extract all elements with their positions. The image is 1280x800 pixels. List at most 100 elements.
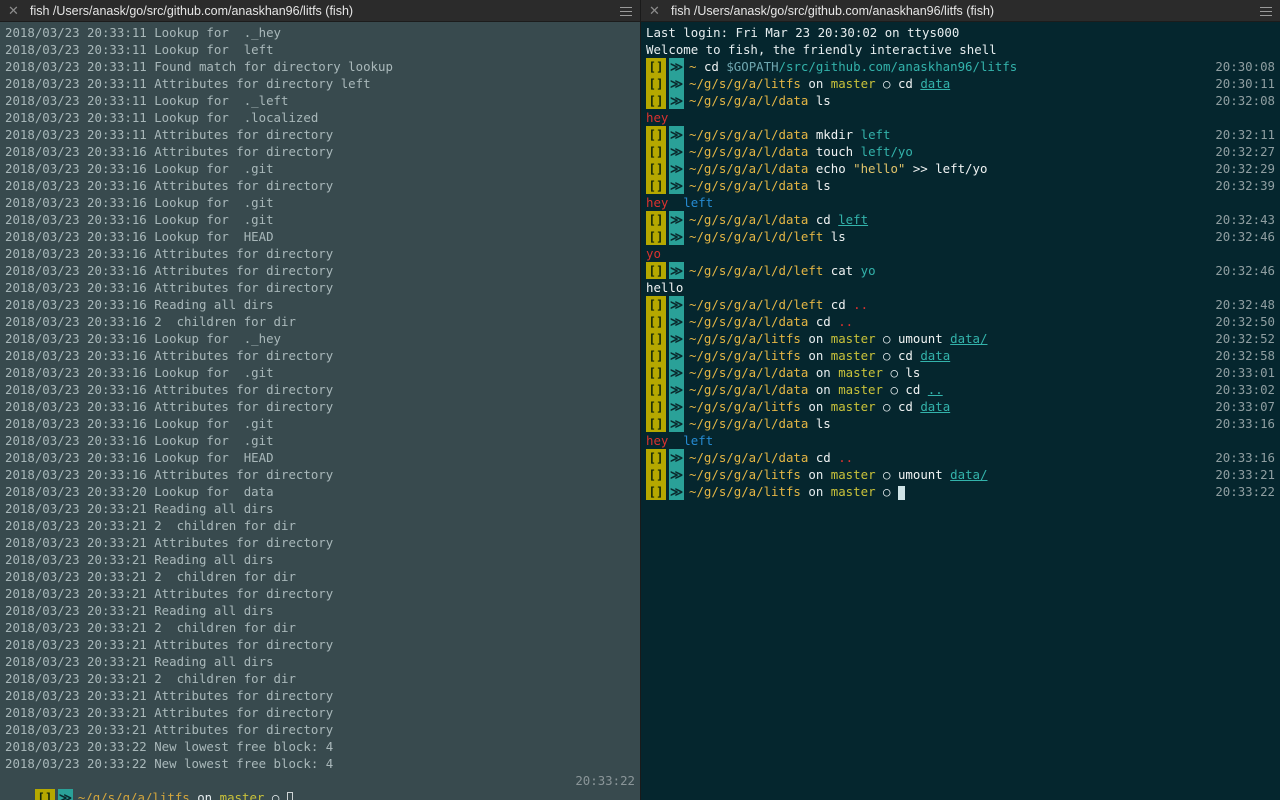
command: umount: [897, 467, 943, 482]
prompt-timestamp: 20:32:08: [1215, 93, 1275, 108]
prompt-path: ~/g/s/g/a/litfs: [689, 331, 801, 346]
prompt-on-label: on: [815, 382, 831, 397]
prompt-timestamp: 20:32:46: [1215, 263, 1275, 278]
git-branch: master: [219, 790, 265, 800]
log-line: 2018/03/23 20:33:16 Attributes for direc…: [5, 246, 334, 261]
prompt-path: ~/g/s/g/a/l/data: [689, 161, 809, 176]
command: cd: [815, 450, 831, 465]
prompt-arrow-icon: ≫: [669, 228, 684, 245]
output-token: left: [668, 195, 714, 210]
prompt-line: [] ≫ ~/g/s/g/a/l/data cd .. 20:32:50: [646, 313, 1275, 330]
prompt-badge-icon: []: [646, 126, 666, 143]
prompt-line: [] ≫ ~/g/s/g/a/litfs on master ○ cd data 20…: [646, 398, 1275, 415]
output-token: hey: [646, 195, 669, 210]
prompt-timestamp: 20:32:46: [1215, 229, 1275, 244]
command-arg: >>: [912, 161, 928, 176]
command: mkdir: [815, 127, 854, 142]
command-arg: left: [860, 127, 891, 142]
log-line: 2018/03/23 20:33:21 2 children for dir: [5, 518, 296, 533]
right-menu-icon[interactable]: [1260, 7, 1272, 16]
prompt-arrow-icon: ≫: [669, 296, 684, 313]
prompt-arrow-icon: ≫: [669, 313, 684, 330]
log-line: 2018/03/23 20:33:16 Attributes for direc…: [5, 178, 334, 193]
prompt-timestamp: 20:33:22: [575, 773, 635, 788]
log-line: 2018/03/23 20:33:21 Attributes for direc…: [5, 705, 334, 720]
command: cd: [703, 59, 719, 74]
prompt-line: [] ≫ ~ cd $GOPATH/src/github.com/anaskhan9…: [646, 58, 1275, 75]
prompt-line[interactable]: [] ≫ ~/g/s/g/a/litfs on master ○ 20:33:22: [646, 483, 1275, 500]
prompt-badge-icon: []: [34, 789, 55, 800]
command-output: hello: [646, 279, 1275, 296]
command-output: hey: [646, 109, 1275, 126]
prompt-on-label: on: [808, 76, 824, 91]
right-terminal-pane[interactable]: ✕ fish /Users/anask/go/src/github.com/an…: [641, 0, 1280, 800]
log-line: 2018/03/23 20:33:21 2 children for dir: [5, 620, 296, 635]
log-line: 2018/03/23 20:33:11 Lookup for ._left: [5, 93, 289, 108]
command-output: hey left: [646, 194, 1275, 211]
left-terminal-pane[interactable]: ✕ fish /Users/anask/go/src/github.com/an…: [0, 0, 640, 800]
prompt-line: [] ≫ ~/g/s/g/a/l/data on master ○ cd .. 20:…: [646, 381, 1275, 398]
git-branch: master: [830, 399, 876, 414]
log-line: 2018/03/23 20:33:20 Lookup for data: [5, 484, 274, 499]
prompt-on-label: on: [197, 790, 213, 800]
command: cd: [815, 314, 831, 329]
cursor: [897, 485, 905, 500]
log-line: 2018/03/23 20:33:16 Attributes for direc…: [5, 348, 334, 363]
log-line: 2018/03/23 20:33:21 Reading all dirs: [5, 603, 274, 618]
log-line: 2018/03/23 20:33:21 2 children for dir: [5, 671, 296, 686]
prompt-line: [] ≫ ~/g/s/g/a/l/data ls 20:32:08: [646, 92, 1275, 109]
log-line: 2018/03/23 20:33:16 Lookup for .git: [5, 433, 274, 448]
log-line: 2018/03/23 20:33:16 Attributes for direc…: [5, 467, 334, 482]
prompt-badge-icon: []: [646, 177, 666, 194]
prompt-arrow-icon: ≫: [669, 466, 684, 483]
command-arg: left: [838, 212, 869, 227]
output-line: Last login: Fri Mar 23 20:30:02 on ttys0…: [646, 25, 960, 40]
command-output: yo: [646, 245, 1275, 262]
left-prompt-line[interactable]: [] ≫ ~/g/s/g/a/litfs on master ○ 20:33:22: [5, 772, 635, 800]
prompt-line: [] ≫ ~/g/s/g/a/litfs on master ○ umount da…: [646, 466, 1275, 483]
command: cd: [905, 382, 921, 397]
log-line: 2018/03/23 20:33:11 Found match for dire…: [5, 59, 393, 74]
command-arg: yo: [860, 263, 876, 278]
log-line: 2018/03/23 20:33:21 Reading all dirs: [5, 501, 274, 516]
command-arg: data: [920, 348, 951, 363]
right-window-title: fish /Users/anask/go/src/github.com/anas…: [671, 4, 995, 18]
prompt-path: ~/g/s/g/a/l/d/left: [689, 229, 824, 244]
git-branch: master: [830, 348, 876, 363]
prompt-badge-icon: []: [646, 296, 666, 313]
git-status-icon: ○: [883, 399, 891, 414]
prompt-path: ~: [689, 59, 697, 74]
prompt-path: ~/g/s/g/a/litfs: [689, 399, 801, 414]
prompt-path: ~/g/s/g/a/l/d/left: [689, 297, 824, 312]
output-token: hey: [646, 110, 669, 125]
prompt-line: [] ≫ ~/g/s/g/a/l/data ls 20:32:39: [646, 177, 1275, 194]
git-status-icon: ○: [890, 365, 898, 380]
right-close-icon[interactable]: ✕: [649, 0, 660, 22]
prompt-on-label: on: [808, 348, 824, 363]
prompt-arrow-icon: ≫: [669, 211, 684, 228]
prompt-badge-icon: []: [646, 160, 666, 177]
output-token: yo: [646, 246, 661, 261]
prompt-timestamp: 20:33:21: [1215, 467, 1275, 482]
command: echo: [815, 161, 846, 176]
prompt-arrow-icon: ≫: [669, 381, 684, 398]
log-line: 2018/03/23 20:33:16 2 children for dir: [5, 314, 296, 329]
prompt-timestamp: 20:33:22: [1215, 484, 1275, 499]
log-line: 2018/03/23 20:33:21 Reading all dirs: [5, 552, 274, 567]
log-line: 2018/03/23 20:33:11 Attributes for direc…: [5, 76, 371, 91]
command: cat: [830, 263, 854, 278]
left-close-icon[interactable]: ✕: [8, 0, 19, 22]
command-arg: "hello": [853, 161, 906, 176]
log-line: 2018/03/23 20:33:21 Attributes for direc…: [5, 586, 334, 601]
git-status-icon: ○: [271, 790, 280, 800]
log-line: 2018/03/23 20:33:22 New lowest free bloc…: [5, 756, 334, 771]
prompt-badge-icon: []: [646, 330, 666, 347]
command: cd: [830, 297, 846, 312]
prompt-path: ~/g/s/g/a/l/data: [689, 127, 809, 142]
prompt-arrow-icon: ≫: [57, 789, 73, 800]
prompt-line: [] ≫ ~/g/s/g/a/l/data echo "hello" >> left…: [646, 160, 1275, 177]
prompt-path: ~/g/s/g/a/l/data: [689, 382, 809, 397]
prompt-path: ~/g/s/g/a/litfs: [689, 484, 801, 499]
left-menu-icon[interactable]: [620, 7, 632, 16]
command-arg: /src/github.com/anaskhan96/litfs: [778, 59, 1018, 74]
